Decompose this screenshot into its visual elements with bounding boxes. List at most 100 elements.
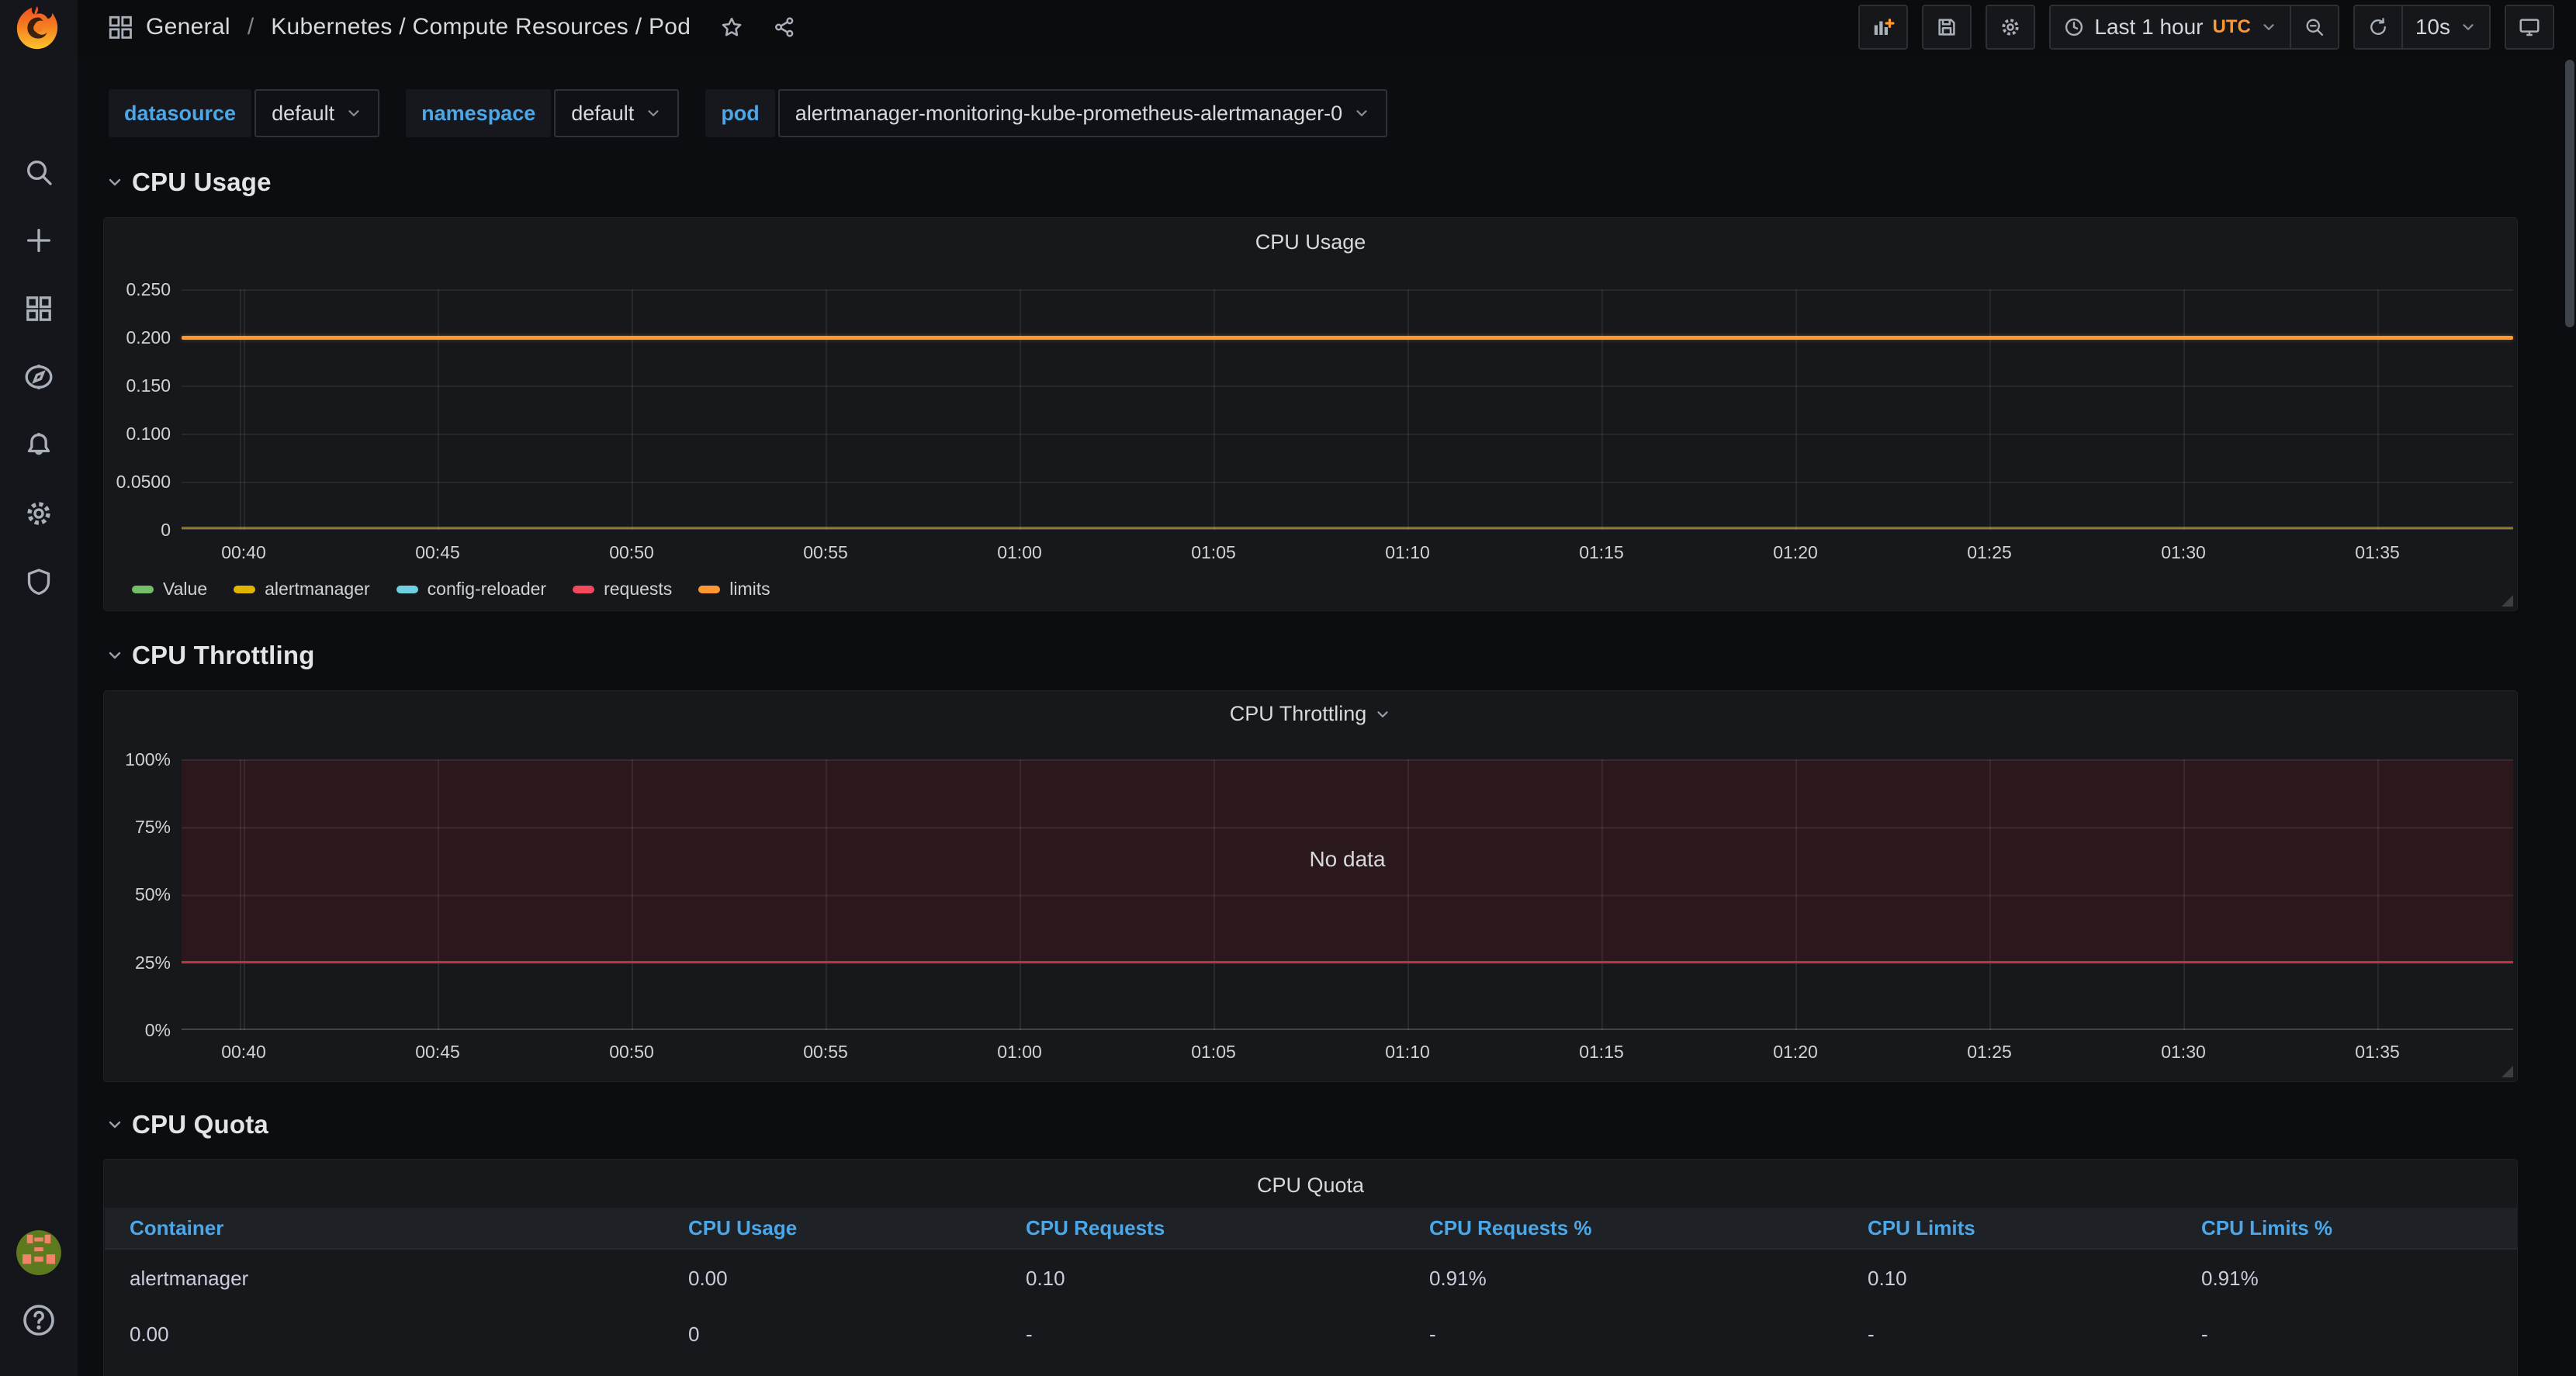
explore-compass-icon[interactable] — [0, 351, 78, 403]
cell-cpu-limits: - — [1868, 1322, 1875, 1346]
breadcrumb: General / Kubernetes / Compute Resources… — [107, 14, 796, 40]
legend-chip — [132, 585, 154, 593]
dashboard-settings-button[interactable] — [1986, 5, 2036, 50]
refresh-interval-picker[interactable]: 10s — [2401, 6, 2489, 48]
create-plus-icon[interactable] — [0, 215, 78, 266]
chevron-down-icon — [109, 178, 121, 186]
timezone-label: UTC — [2212, 16, 2251, 37]
cell-cpu-usage: 0 — [688, 1322, 700, 1346]
legend-item-limits[interactable]: limits — [698, 579, 770, 600]
column-header-cpu-limits[interactable]: CPU Limits — [1868, 1216, 2201, 1240]
y-tick: 100% — [125, 749, 171, 769]
column-header-cpu-usage[interactable]: CPU Usage — [688, 1216, 1026, 1240]
help-icon[interactable] — [20, 1302, 57, 1339]
column-header-cpu-limits-pct[interactable]: CPU Limits % — [2201, 1216, 2518, 1240]
variable-namespace: namespace default — [406, 89, 680, 137]
y-tick: 0.100 — [126, 424, 171, 444]
zoom-out-button[interactable] — [2289, 6, 2338, 48]
x-tick: 01:35 — [2355, 1042, 2400, 1062]
panel-resize-handle[interactable] — [2502, 595, 2513, 607]
save-dashboard-button[interactable] — [1922, 5, 1972, 50]
chevron-down-icon — [1377, 710, 1388, 717]
page-scrollbar[interactable] — [2565, 60, 2574, 327]
variable-pod-label: pod — [705, 89, 775, 137]
dashboards-grid-icon[interactable] — [0, 283, 78, 334]
column-header-container[interactable]: Container — [130, 1216, 688, 1240]
x-tick: 01:20 — [1773, 1042, 1818, 1062]
nav-actions: Last 1 hour UTC 10s — [1858, 5, 2554, 50]
column-header-cpu-requests[interactable]: CPU Requests — [1026, 1216, 1429, 1240]
server-admin-shield-icon[interactable] — [0, 556, 78, 607]
variable-namespace-select[interactable]: default — [554, 89, 680, 137]
grafana-logo-icon[interactable] — [13, 4, 61, 52]
time-picker-group: Last 1 hour UTC — [2049, 5, 2339, 50]
share-icon[interactable] — [773, 16, 796, 39]
section-title: CPU Usage — [132, 168, 272, 196]
variable-pod: pod alertmanager-monitoring-kube-prometh… — [705, 89, 1388, 137]
search-icon[interactable] — [0, 147, 78, 198]
table-header-row: Container CPU Usage CPU Requests CPU Req… — [105, 1208, 2518, 1250]
add-panel-button[interactable] — [1858, 5, 1909, 50]
alerting-bell-icon[interactable] — [0, 420, 78, 471]
legend-chip — [396, 585, 418, 593]
cpu-usage-plot[interactable] — [182, 289, 2513, 530]
panel-title[interactable]: CPU Usage — [104, 230, 2517, 254]
x-tick: 01:00 — [997, 1042, 1042, 1062]
variable-datasource-label: datasource — [109, 89, 252, 137]
variable-datasource-select[interactable]: default — [254, 89, 380, 137]
panel-title-menu[interactable]: CPU Throttling — [104, 702, 2517, 726]
legend-chip — [573, 585, 595, 593]
legend-chip — [234, 585, 256, 593]
legend-chip — [698, 585, 721, 593]
kiosk-mode-button[interactable] — [2505, 5, 2554, 50]
series-alertmanager-line — [182, 527, 2513, 529]
refresh-interval-label: 10s — [2415, 15, 2450, 39]
table-row: 0.00 0 - - - - — [105, 1306, 2518, 1362]
y-tick: 0.0500 — [116, 472, 171, 492]
panel-cpu-quota: CPU Quota Container CPU Usage CPU Reques… — [103, 1159, 2518, 1376]
cell-cpu-usage: 0.00 — [688, 1266, 728, 1290]
x-tick: 00:45 — [415, 542, 460, 562]
variable-namespace-label: namespace — [406, 89, 552, 137]
x-tick: 01:35 — [2355, 542, 2400, 562]
cpu-throttling-plot[interactable]: No data — [182, 759, 2513, 1030]
x-tick: 01:05 — [1191, 1042, 1236, 1062]
configuration-gear-icon[interactable] — [0, 488, 78, 539]
panel-resize-handle[interactable] — [2502, 1066, 2513, 1077]
section-cpu-throttling[interactable]: CPU Throttling — [106, 641, 315, 670]
breadcrumb-section[interactable]: General — [146, 14, 230, 40]
grafana-dashboard: General / Kubernetes / Compute Resources… — [0, 0, 2576, 1376]
dashboard-title[interactable]: Kubernetes / Compute Resources / Pod — [271, 14, 691, 40]
chevron-down-icon — [1353, 105, 1370, 122]
user-avatar[interactable] — [16, 1230, 61, 1275]
legend-item-value[interactable]: Value — [132, 579, 207, 600]
x-tick: 01:25 — [1967, 542, 2012, 562]
star-icon[interactable] — [720, 16, 743, 39]
chevron-down-icon — [109, 1121, 121, 1129]
legend-item-alertmanager[interactable]: alertmanager — [234, 579, 370, 600]
x-tick: 00:50 — [609, 542, 654, 562]
time-range-picker[interactable]: Last 1 hour UTC — [2051, 6, 2289, 48]
cell-cpu-requests-pct: - — [1429, 1322, 1436, 1346]
series-limits-line — [182, 336, 2513, 340]
cell-container: alertmanager — [130, 1266, 249, 1290]
x-tick: 00:45 — [415, 1042, 460, 1062]
x-tick: 01:30 — [2161, 1042, 2206, 1062]
section-cpu-usage[interactable]: CPU Usage — [106, 168, 272, 197]
cell-cpu-requests: - — [1026, 1322, 1033, 1346]
x-tick: 00:40 — [221, 1042, 266, 1062]
legend-item-requests[interactable]: requests — [573, 579, 672, 600]
variable-pod-select[interactable]: alertmanager-monitoring-kube-prometheus-… — [777, 89, 1388, 137]
cell-cpu-limits-pct: - — [2201, 1322, 2208, 1346]
y-tick: 25% — [134, 952, 171, 973]
column-header-cpu-requests-pct[interactable]: CPU Requests % — [1429, 1216, 1868, 1240]
cell-cpu-limits: 0.10 — [1868, 1266, 1907, 1290]
legend-item-config-reloader[interactable]: config-reloader — [396, 579, 546, 600]
panel-title[interactable]: CPU Quota — [104, 1174, 2517, 1198]
x-tick: 01:15 — [1579, 1042, 1624, 1062]
refresh-button[interactable] — [2355, 6, 2401, 48]
section-cpu-quota[interactable]: CPU Quota — [106, 1110, 268, 1139]
x-tick: 00:50 — [609, 1042, 654, 1062]
cell-cpu-requests: 0.10 — [1026, 1266, 1065, 1290]
y-tick: 0 — [161, 520, 171, 540]
